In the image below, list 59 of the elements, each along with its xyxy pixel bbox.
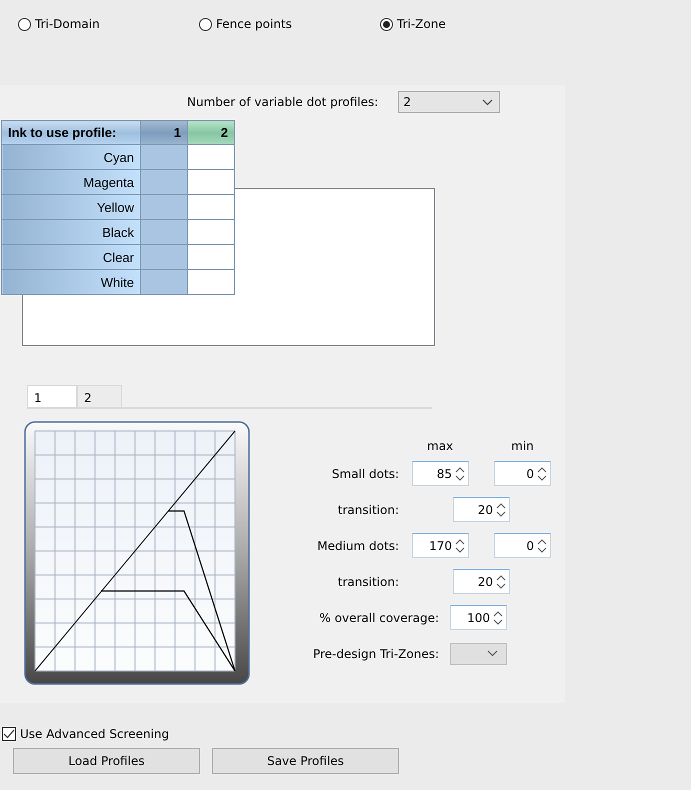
spin-field[interactable]: 0: [494, 461, 551, 486]
spin-field[interactable]: 20: [453, 569, 510, 594]
table-cell[interactable]: [140, 170, 188, 194]
row-header: Clear: [2, 244, 140, 270]
profile-count-dropdown[interactable]: 2: [398, 91, 500, 113]
up-down-icon: [496, 502, 506, 518]
field-label: transition:: [336, 574, 399, 588]
spin-field[interactable]: 85: [412, 461, 469, 486]
chevron-down-icon: [487, 650, 498, 657]
field-label: Number of variable dot profiles:: [187, 95, 378, 109]
column-label: min: [511, 439, 534, 455]
spin-field[interactable]: 170: [412, 533, 469, 558]
field-label: Medium dots:: [316, 538, 399, 552]
row-header: White: [2, 270, 140, 294]
up-down-icon: [455, 466, 465, 482]
column-header[interactable]: 2: [188, 120, 234, 144]
field-label: % overall coverage:: [318, 610, 439, 624]
radio-button[interactable]: [199, 18, 212, 30]
tab[interactable]: 1: [27, 385, 77, 407]
tab[interactable]: 2: [77, 385, 122, 407]
table-cell[interactable]: [188, 220, 234, 244]
column-label: max: [427, 439, 454, 455]
row-header: Black: [2, 220, 140, 244]
up-down-icon: [493, 610, 503, 626]
spin-field[interactable]: 0: [494, 533, 551, 558]
profiles-button[interactable]: Load Profiles: [13, 748, 200, 774]
table-cell[interactable]: [188, 194, 234, 220]
checkbox[interactable]: Use Advanced Screening: [2, 726, 170, 742]
profiles-button[interactable]: Save Profiles: [212, 748, 399, 774]
row-header: Magenta: [2, 170, 140, 194]
up-down-icon: [537, 538, 547, 554]
up-down-icon: [496, 574, 506, 590]
radio-label[interactable]: Tri-Zone: [397, 17, 446, 31]
up-down-icon: [455, 538, 465, 554]
table-header: Ink to use profile:: [2, 120, 140, 144]
checkmark-icon: [3, 729, 15, 739]
row-header: Yellow: [2, 194, 140, 220]
table-cell[interactable]: [188, 170, 234, 194]
table-cell[interactable]: [140, 270, 188, 294]
up-down-icon: [537, 466, 547, 482]
field-label: transition:: [336, 502, 399, 516]
table-cell[interactable]: [140, 144, 188, 170]
table-cell[interactable]: [140, 244, 188, 270]
radio-button[interactable]: [18, 18, 31, 30]
field-label: Pre-design Tri-Zones:: [312, 646, 439, 660]
table-cell[interactable]: [188, 144, 234, 170]
column-header[interactable]: 1: [140, 120, 188, 144]
radio-button[interactable]: [380, 18, 393, 30]
chevron-down-icon: [482, 98, 494, 106]
table-cell[interactable]: [140, 194, 188, 220]
spin-field[interactable]: 100: [450, 605, 507, 630]
field-label: Small dots:: [330, 466, 399, 480]
spin-field[interactable]: 20: [453, 497, 510, 522]
table-cell[interactable]: [188, 270, 234, 294]
table-cell[interactable]: [188, 244, 234, 270]
row-header: Cyan: [2, 144, 140, 170]
radio-label[interactable]: Fence points: [216, 17, 292, 31]
table-cell[interactable]: [140, 220, 188, 244]
radio-label[interactable]: Tri-Domain: [35, 17, 100, 31]
